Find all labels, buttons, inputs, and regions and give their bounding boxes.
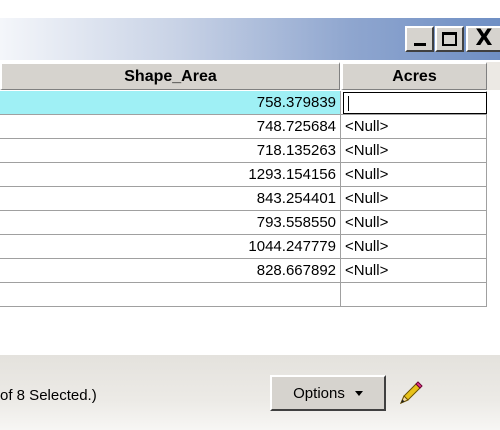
header-filler <box>487 62 500 90</box>
cell-acres[interactable]: <Null> <box>341 235 487 259</box>
cell-shape-area[interactable]: 1293.154156 <box>0 163 341 187</box>
table-row[interactable] <box>0 283 487 307</box>
cell-shape-area[interactable]: 793.558550 <box>0 211 341 235</box>
close-button[interactable]: X <box>466 26 500 52</box>
attribute-table-window: X Shape_Area Acres 758.379839 748.725684 <… <box>0 0 500 430</box>
table-row[interactable]: 748.725684 <Null> <box>0 115 487 139</box>
text-caret <box>348 96 349 111</box>
pencil-icon[interactable] <box>395 379 425 409</box>
table-row[interactable]: 718.135263 <Null> <box>0 139 487 163</box>
minimize-icon <box>413 42 426 46</box>
chevron-down-icon <box>354 390 363 396</box>
table-row[interactable]: 793.558550 <Null> <box>0 211 487 235</box>
cell-acres[interactable]: <Null> <box>341 163 487 187</box>
cell-shape-area[interactable]: 843.254401 <box>0 187 341 211</box>
maximize-button[interactable] <box>435 26 464 52</box>
cell-acres[interactable]: <Null> <box>341 187 487 211</box>
cell-shape-area[interactable]: 718.135263 <box>0 139 341 163</box>
cell-acres[interactable] <box>341 283 487 307</box>
options-label: Options <box>293 384 345 402</box>
selection-status-text: of 8 Selected.) <box>0 387 97 404</box>
minimize-button[interactable] <box>405 26 434 52</box>
table-row[interactable]: 1293.154156 <Null> <box>0 163 487 187</box>
cell-shape-area[interactable]: 748.725684 <box>0 115 341 139</box>
table-row[interactable]: 758.379839 <box>0 91 487 115</box>
cell-acres[interactable]: <Null> <box>341 115 487 139</box>
table-row[interactable]: 1044.247779 <Null> <box>0 235 487 259</box>
cell-shape-area[interactable]: 828.667892 <box>0 259 341 283</box>
cell-shape-area[interactable]: 1044.247779 <box>0 235 341 259</box>
cell-acres[interactable]: <Null> <box>341 211 487 235</box>
cell-shape-area[interactable]: 758.379839 <box>0 91 341 115</box>
table-header: Shape_Area Acres <box>0 62 500 90</box>
table-row[interactable]: 828.667892 <Null> <box>0 259 487 283</box>
cell-acres[interactable]: <Null> <box>341 139 487 163</box>
column-header-shape-area[interactable]: Shape_Area <box>0 62 340 90</box>
close-icon: X <box>475 26 493 51</box>
cell-acres[interactable]: <Null> <box>341 259 487 283</box>
cell-edit-input[interactable] <box>343 92 487 114</box>
table-body: 758.379839 748.725684 <Null> 718.135263 <Nul… <box>0 91 500 307</box>
column-header-acres[interactable]: Acres <box>341 62 487 90</box>
options-button[interactable]: Options <box>270 375 386 411</box>
cell-shape-area[interactable] <box>0 283 341 307</box>
status-bar: of 8 Selected.) Options <box>0 355 500 430</box>
table-row[interactable]: 843.254401 <Null> <box>0 187 487 211</box>
maximize-icon <box>442 32 457 46</box>
